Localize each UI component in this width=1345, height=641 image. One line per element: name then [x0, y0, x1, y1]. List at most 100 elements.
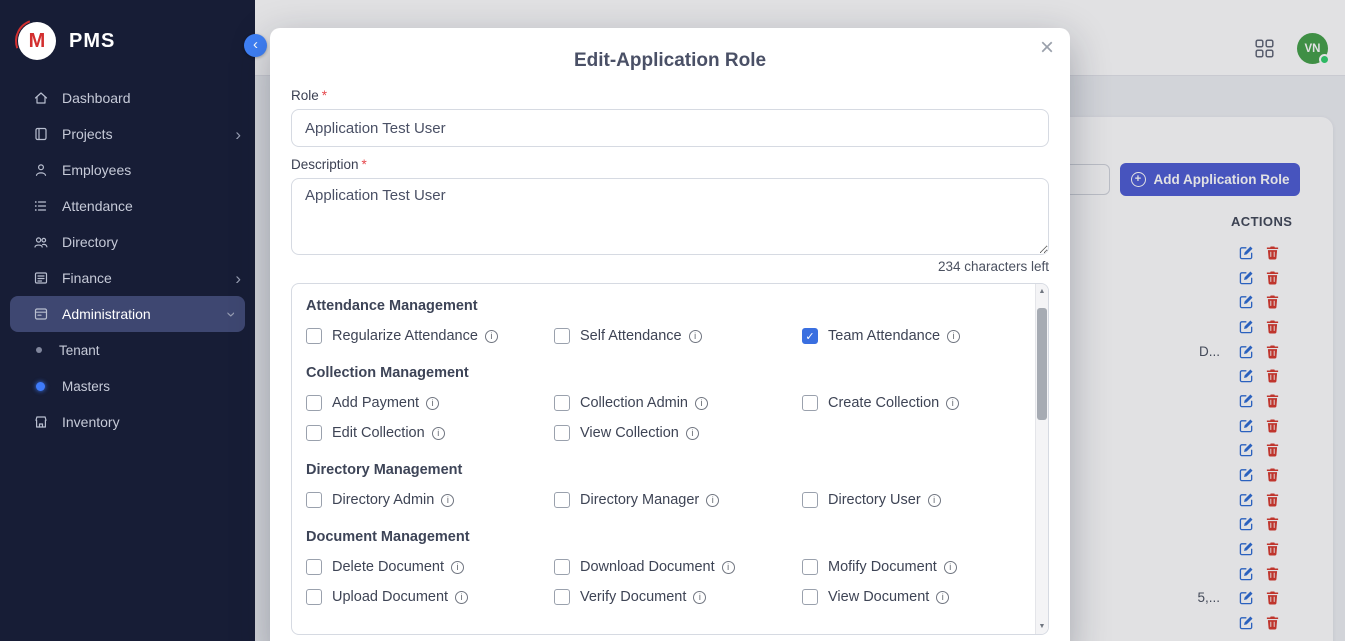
checkbox[interactable]: [554, 328, 570, 344]
permission-label: View Collection: [580, 425, 679, 441]
info-icon[interactable]: i: [946, 397, 959, 410]
info-icon[interactable]: i: [686, 427, 699, 440]
sidebar-item-label: Dashboard: [62, 90, 131, 106]
sidebar-item-inventory[interactable]: Inventory: [0, 404, 255, 440]
sidebar-subitem-label: Masters: [62, 379, 110, 394]
permission-edit-collection[interactable]: Edit Collection i: [306, 424, 554, 442]
checkbox[interactable]: [802, 395, 818, 411]
collapse-sidebar-icon: ‹: [253, 37, 258, 52]
checkbox[interactable]: [802, 492, 818, 508]
permission-directory-admin[interactable]: Directory Admini: [306, 491, 554, 509]
info-icon[interactable]: i: [695, 397, 708, 410]
permission-delete-document[interactable]: Delete Document i: [306, 558, 554, 576]
info-icon[interactable]: i: [441, 494, 454, 507]
sidebar-item-projects[interactable]: Projects ›: [0, 116, 255, 152]
scrollbar-thumb[interactable]: [1037, 308, 1047, 420]
role-input[interactable]: [291, 109, 1049, 147]
permission-label: View Document: [828, 589, 929, 605]
scroll-down-icon[interactable]: ▼: [1036, 620, 1048, 633]
info-icon[interactable]: i: [455, 591, 468, 604]
permission-directory-manager[interactable]: Directory Manager i: [554, 491, 802, 509]
permission-collection-admin[interactable]: Collection Admini: [554, 394, 802, 412]
scroll-up-icon[interactable]: ▲: [1036, 285, 1048, 298]
info-icon[interactable]: i: [693, 591, 706, 604]
permission-label: Upload Document: [332, 589, 448, 605]
info-icon[interactable]: i: [722, 561, 735, 574]
info-icon[interactable]: i: [432, 427, 445, 440]
bullet-icon: [36, 382, 45, 391]
permission-verify-document[interactable]: Verify Document i: [554, 588, 802, 606]
description-label: Description*: [291, 157, 367, 172]
info-icon[interactable]: i: [485, 330, 498, 343]
description-textarea[interactable]: Application Test User: [291, 178, 1049, 255]
info-icon[interactable]: i: [451, 561, 464, 574]
permission-label: Create Collection: [828, 395, 939, 411]
checkbox[interactable]: [554, 492, 570, 508]
permission-section-heading: Directory Management: [306, 462, 1034, 478]
permission-grid: Regularize AttendanceiSelf Attendancei✓T…: [306, 327, 1034, 345]
sidebar-subitem-tenant[interactable]: Tenant: [0, 332, 255, 368]
info-icon[interactable]: i: [706, 494, 719, 507]
checkbox[interactable]: [306, 559, 322, 575]
permission-label: Directory User: [828, 492, 921, 508]
administration-icon: [33, 306, 49, 322]
checkbox[interactable]: [554, 589, 570, 605]
permission-grid: Add PaymentiCollection AdminiCreate Coll…: [306, 394, 1034, 442]
checkbox[interactable]: [802, 589, 818, 605]
sidebar-item-administration[interactable]: Administration›: [10, 296, 245, 332]
info-icon[interactable]: i: [689, 330, 702, 343]
sidebar-item-employees[interactable]: Employees: [0, 152, 255, 188]
permission-download-document[interactable]: Download Documenti: [554, 558, 802, 576]
checkbox[interactable]: [306, 328, 322, 344]
permission-label: Edit Collection: [332, 425, 425, 441]
sidebar-nav: Dashboard Projects › EmployeesAttendance Dir…: [0, 80, 255, 440]
sidebar-item-label: Directory: [62, 234, 118, 250]
permission-grid: Directory AdminiDirectory ManageriDirect…: [306, 491, 1034, 509]
permission-view-document[interactable]: View Document i: [802, 588, 1034, 606]
sidebar-item-finance[interactable]: Finance›: [0, 260, 255, 296]
sidebar: M PMS Dashboard Projects › EmployeesAttenda…: [0, 0, 255, 641]
info-icon[interactable]: i: [944, 561, 957, 574]
info-icon[interactable]: i: [426, 397, 439, 410]
sidebar-item-label: Finance: [62, 270, 112, 286]
permission-mofify-document[interactable]: Mofify Documenti: [802, 558, 1034, 576]
checkbox[interactable]: [554, 395, 570, 411]
info-icon[interactable]: i: [936, 591, 949, 604]
permission-team-attendance[interactable]: ✓Team Attendancei: [802, 327, 1034, 345]
sidebar-item-label: Inventory: [62, 414, 120, 430]
checkbox[interactable]: [306, 492, 322, 508]
checkbox[interactable]: [306, 589, 322, 605]
info-icon[interactable]: i: [947, 330, 960, 343]
checkbox[interactable]: [802, 559, 818, 575]
info-icon[interactable]: i: [928, 494, 941, 507]
chevron-right-icon: ›: [235, 126, 241, 143]
permission-regularize-attendance[interactable]: Regularize Attendancei: [306, 327, 554, 345]
checkbox[interactable]: [554, 425, 570, 441]
permission-add-payment[interactable]: Add Payment i: [306, 394, 554, 412]
sidebar-item-directory[interactable]: Directory: [0, 224, 255, 260]
checkbox[interactable]: [306, 395, 322, 411]
permission-view-collection[interactable]: View Collection i: [554, 424, 802, 442]
permission-label: Directory Manager: [580, 492, 699, 508]
directory-icon: [33, 234, 49, 250]
permission-label: Verify Document: [580, 589, 686, 605]
app-logo: M PMS: [0, 0, 255, 80]
collapse-sidebar-button[interactable]: ‹: [244, 34, 267, 57]
permission-self-attendance[interactable]: Self Attendancei: [554, 327, 802, 345]
finance-icon: [33, 270, 49, 286]
permission-upload-document[interactable]: Upload Document i: [306, 588, 554, 606]
close-icon[interactable]: ×: [1040, 36, 1054, 60]
projects-icon: [33, 126, 49, 142]
permission-label: Delete Document: [332, 559, 444, 575]
checkbox[interactable]: [554, 559, 570, 575]
permission-label: Add Payment: [332, 395, 419, 411]
checkbox[interactable]: ✓: [802, 328, 818, 344]
permission-create-collection[interactable]: Create Collection i: [802, 394, 1034, 412]
sidebar-item-dashboard[interactable]: Dashboard: [0, 80, 255, 116]
panel-scrollbar[interactable]: ▲ ▼: [1035, 284, 1048, 634]
checkbox[interactable]: [306, 425, 322, 441]
permission-directory-user[interactable]: Directory User i: [802, 491, 1034, 509]
sidebar-item-label: Projects: [62, 126, 113, 142]
sidebar-item-attendance[interactable]: Attendance: [0, 188, 255, 224]
sidebar-subitem-masters[interactable]: Masters: [0, 368, 255, 404]
